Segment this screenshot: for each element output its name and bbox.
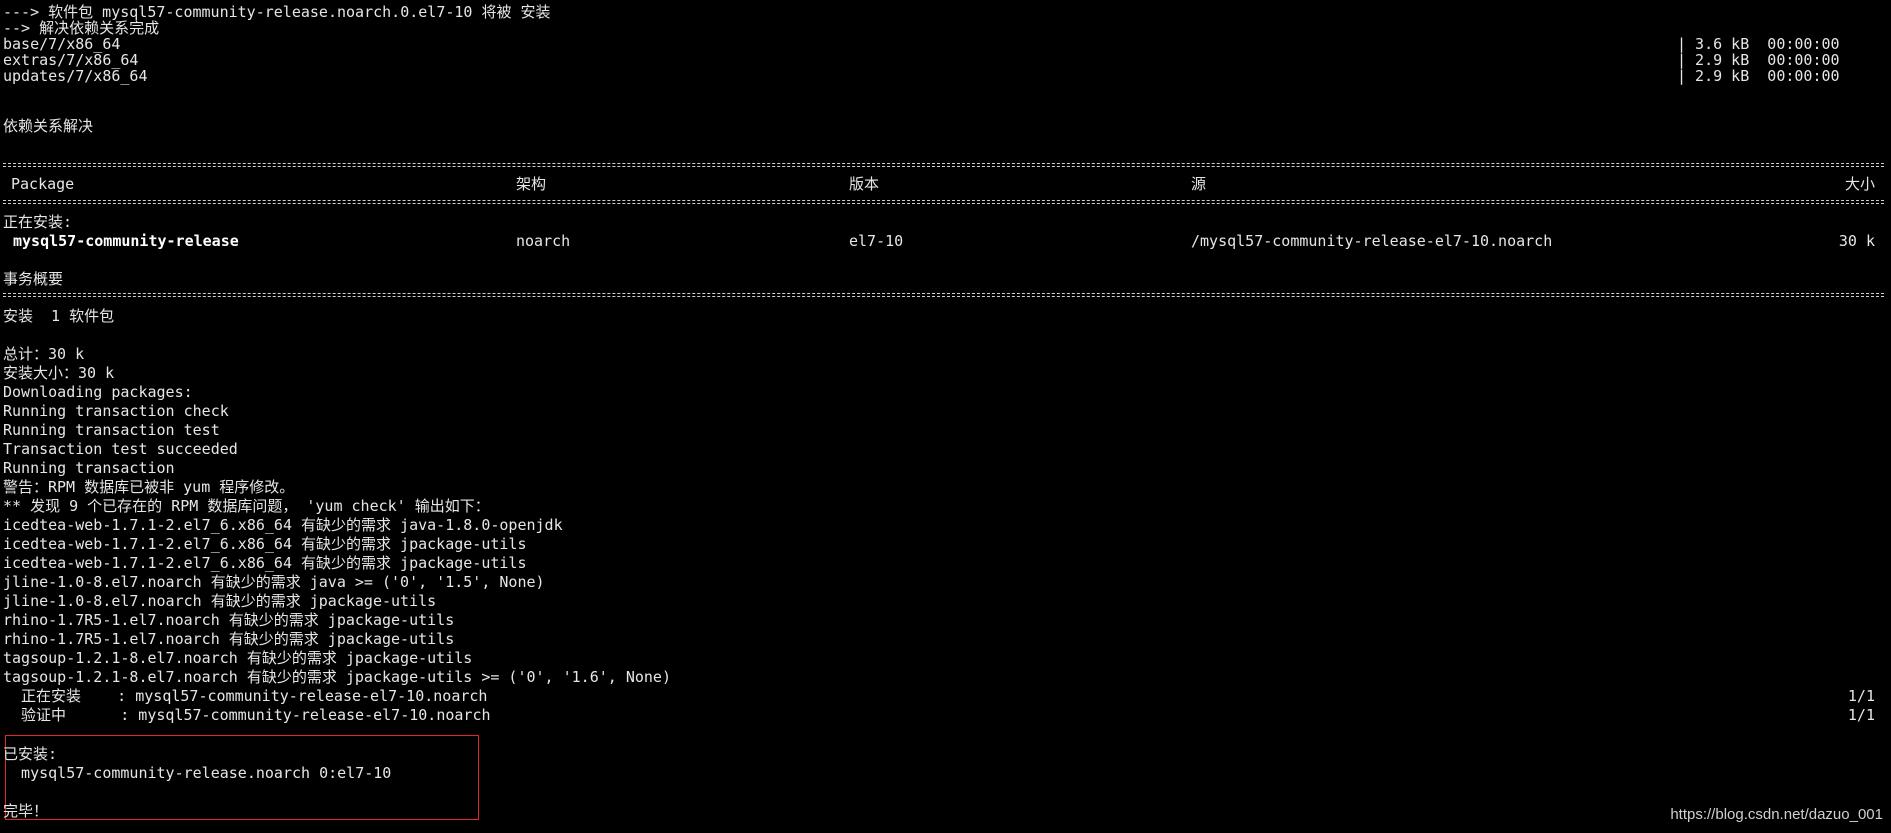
missing-dep-line: icedtea-web-1.7.1-2.el7_6.x86_64 有缺少的需求 …	[3, 535, 527, 553]
log-line: Running transaction check	[3, 402, 229, 420]
warning-line: 警告：RPM 数据库已被非 yum 程序修改。	[3, 478, 295, 496]
installed-label: 已安装:	[3, 745, 58, 763]
log-line: Downloading packages:	[3, 383, 193, 401]
row-package: mysql57-community-release	[13, 232, 239, 250]
deps-resolved-line: 依赖关系解决	[3, 117, 94, 135]
progress-count: 1/1	[1847, 687, 1875, 705]
summary-separator	[3, 293, 1884, 297]
watermark-url: https://blog.csdn.net/dazuo_001	[1670, 806, 1883, 823]
progress-installing: 正在安装 : mysql57-community-release-el7-10.…	[3, 687, 488, 705]
table-top-separator	[3, 163, 1884, 167]
repo-size: | 2.9 kB 00:00:00	[1677, 67, 1840, 85]
col-header-size: 大小	[1844, 175, 1875, 193]
log-line: 总计：30 k	[3, 345, 85, 363]
table-header-separator	[3, 200, 1884, 204]
row-source: /mysql57-community-release-el7-10.noarch	[1191, 232, 1553, 250]
missing-dep-line: tagsoup-1.2.1-8.el7.noarch 有缺少的需求 jpacka…	[3, 649, 473, 667]
missing-dep-line: jline-1.0-8.el7.noarch 有缺少的需求 jpackage-u…	[3, 592, 437, 610]
complete-line: 完毕！	[3, 802, 49, 820]
install-count: 安装 1 软件包	[3, 307, 115, 325]
col-header-source: 源	[1191, 175, 1207, 193]
log-line: Running transaction	[3, 459, 175, 477]
installing-label: 正在安装:	[3, 213, 73, 231]
repo-name: updates/7/x86_64	[3, 67, 148, 85]
missing-dep-line: rhino-1.7R5-1.el7.noarch 有缺少的需求 jpackage…	[3, 630, 455, 648]
progress-verifying: 验证中 : mysql57-community-release-el7-10.n…	[3, 706, 491, 724]
summary-title: 事务概要	[3, 270, 64, 288]
missing-dep-line: icedtea-web-1.7.1-2.el7_6.x86_64 有缺少的需求 …	[3, 516, 563, 534]
col-header-version: 版本	[849, 175, 880, 193]
log-line: Transaction test succeeded	[3, 440, 238, 458]
installed-package: mysql57-community-release.noarch 0:el7-1…	[3, 764, 392, 782]
missing-dep-line: icedtea-web-1.7.1-2.el7_6.x86_64 有缺少的需求 …	[3, 554, 527, 572]
row-version: el7-10	[849, 232, 904, 250]
log-line: ** 发现 9 个已存在的 RPM 数据库问题， 'yum check' 输出如…	[3, 497, 490, 515]
missing-dep-line: rhino-1.7R5-1.el7.noarch 有缺少的需求 jpackage…	[3, 611, 455, 629]
log-line: Running transaction test	[3, 421, 220, 439]
col-header-arch: 架构	[516, 175, 547, 193]
log-line: 安装大小：30 k	[3, 364, 115, 382]
missing-dep-line: tagsoup-1.2.1-8.el7.noarch 有缺少的需求 jpacka…	[3, 668, 671, 686]
col-header-package: Package	[11, 175, 75, 193]
terminal-window[interactable]: ---> 软件包 mysql57-community-release.noarc…	[0, 0, 1891, 833]
row-arch: noarch	[516, 232, 571, 250]
row-size: 30 k	[1838, 232, 1875, 250]
progress-count: 1/1	[1847, 706, 1875, 724]
missing-dep-line: jline-1.0-8.el7.noarch 有缺少的需求 java >= ('…	[3, 573, 545, 591]
